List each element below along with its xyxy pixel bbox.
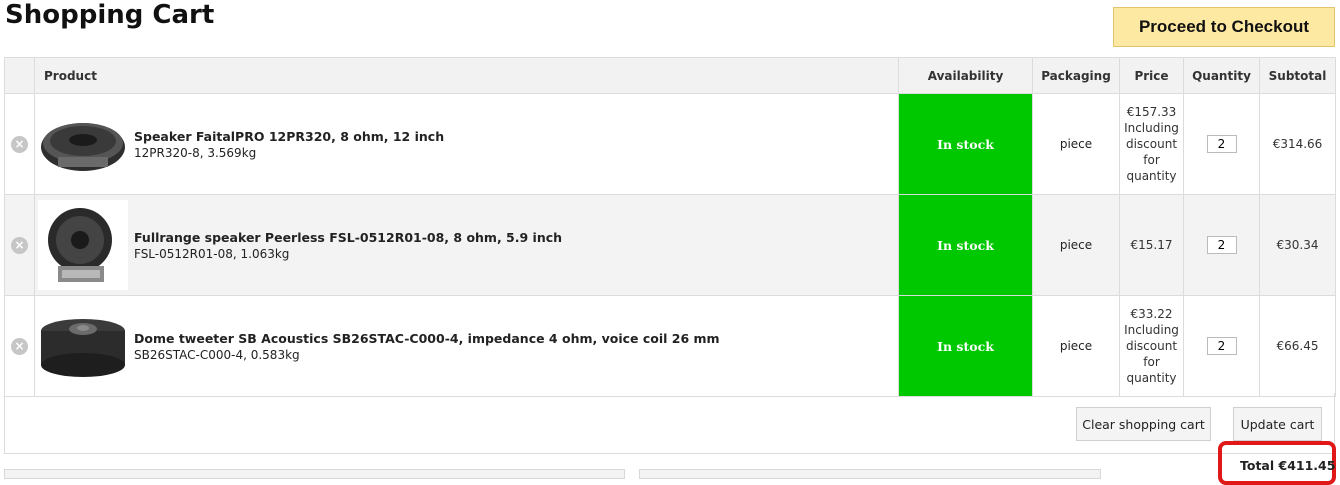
shipping-panel	[639, 469, 1101, 479]
subtotal-cell: €66.45	[1259, 295, 1336, 397]
quantity-cell	[1183, 93, 1260, 195]
price-value: €15.17	[1130, 238, 1173, 252]
price-note: for	[1143, 153, 1160, 167]
price-value: €33.22	[1130, 307, 1173, 321]
price-cell: €33.22 Including discount for quantity	[1119, 295, 1184, 397]
proceed-to-checkout-button[interactable]: Proceed to Checkout	[1113, 7, 1335, 47]
remove-cell: ×	[4, 194, 35, 296]
price-note: for	[1143, 355, 1160, 369]
product-cell: Speaker FaitalPRO 12PR320, 8 ohm, 12 inc…	[34, 93, 899, 195]
quantity-input[interactable]	[1206, 236, 1237, 254]
cart-actions-row: Clear shopping cart Update cart	[4, 393, 1335, 454]
remove-cell: ×	[4, 93, 35, 195]
availability-badge: In stock	[898, 295, 1033, 397]
price-value: €157.33	[1126, 105, 1177, 119]
product-meta: SB26STAC-C000-4, 0.583kg	[134, 347, 300, 362]
product-name[interactable]: Dome tweeter SB Acoustics SB26STAC-C000-…	[134, 331, 720, 346]
remove-cell: ×	[4, 295, 35, 397]
quantity-cell	[1183, 194, 1260, 296]
table-header-row: Product Availability Packaging Price Qua…	[4, 57, 1336, 94]
product-name[interactable]: Speaker FaitalPRO 12PR320, 8 ohm, 12 inc…	[134, 129, 444, 144]
availability-badge: In stock	[898, 93, 1033, 195]
price-cell: €157.33 Including discount for quantity	[1119, 93, 1184, 195]
tweeter-sb26stac-thumbnail[interactable]	[38, 301, 128, 391]
table-row: × Speaker FaitalPRO 12PR320, 8 ohm, 12 i…	[4, 93, 1336, 195]
price-note: discount	[1125, 339, 1178, 353]
speaker-fsl0512-thumbnail[interactable]	[38, 200, 128, 290]
header-product: Product	[34, 57, 899, 94]
table-row: × Dome tweeter SB Acoustics SB26STAC-C00…	[4, 295, 1336, 397]
header-remove	[4, 57, 35, 94]
remove-circle-icon[interactable]: ×	[11, 337, 28, 355]
product-name[interactable]: Fullrange speaker Peerless FSL-0512R01-0…	[134, 230, 562, 245]
price-note: discount	[1125, 137, 1178, 151]
quantity-input[interactable]	[1206, 135, 1237, 153]
clear-shopping-cart-button[interactable]: Clear shopping cart	[1076, 407, 1211, 441]
header-availability: Availability	[898, 57, 1033, 94]
price-note: Including	[1124, 323, 1179, 337]
subtotal-cell: €314.66	[1259, 93, 1336, 195]
packaging-cell: piece	[1032, 93, 1120, 195]
packaging-cell: piece	[1032, 194, 1120, 296]
price-cell: €15.17	[1119, 194, 1184, 296]
coupon-panel	[4, 469, 625, 479]
product-cell: Fullrange speaker Peerless FSL-0512R01-0…	[34, 194, 899, 296]
remove-circle-icon[interactable]: ×	[11, 135, 28, 153]
cart-table: Product Availability Packaging Price Qua…	[4, 57, 1336, 397]
cart-total: Total €411.45	[1240, 458, 1336, 473]
header-packaging: Packaging	[1032, 57, 1120, 94]
header-quantity: Quantity	[1183, 57, 1260, 94]
price-note: quantity	[1126, 169, 1177, 183]
table-row: × Fullrange speaker Peerless FSL-0512R01…	[4, 194, 1336, 296]
availability-badge: In stock	[898, 194, 1033, 296]
quantity-input[interactable]	[1206, 337, 1237, 355]
product-meta: FSL-0512R01-08, 1.063kg	[134, 246, 290, 261]
product-cell: Dome tweeter SB Acoustics SB26STAC-C000-…	[34, 295, 899, 397]
subtotal-cell: €30.34	[1259, 194, 1336, 296]
remove-circle-icon[interactable]: ×	[11, 236, 28, 254]
packaging-cell: piece	[1032, 295, 1120, 397]
page-title: Shopping Cart	[5, 0, 215, 30]
header-subtotal: Subtotal	[1259, 57, 1336, 94]
price-note: quantity	[1126, 371, 1177, 385]
header-price: Price	[1119, 57, 1184, 94]
product-meta: 12PR320-8, 3.569kg	[134, 145, 257, 160]
speaker-12pr320-thumbnail[interactable]	[38, 99, 128, 189]
price-note: Including	[1124, 121, 1179, 135]
update-cart-button[interactable]: Update cart	[1233, 407, 1322, 441]
quantity-cell	[1183, 295, 1260, 397]
